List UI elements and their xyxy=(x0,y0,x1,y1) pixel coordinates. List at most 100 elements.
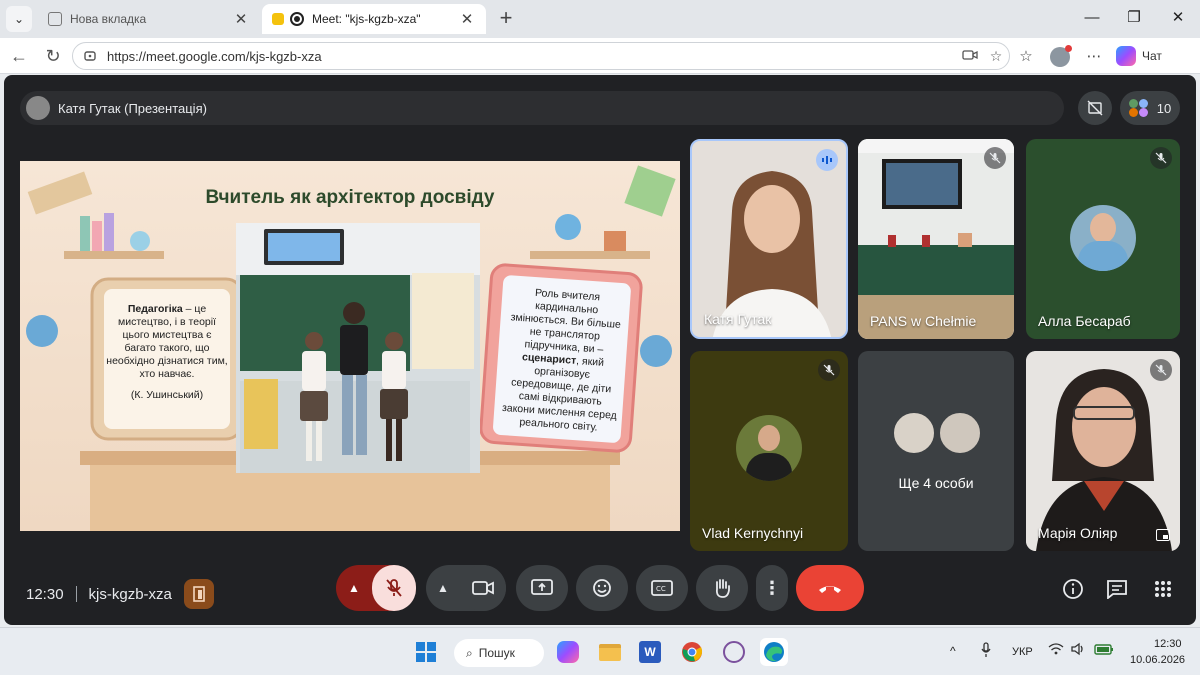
windows-start-icon[interactable] xyxy=(412,638,440,666)
participant-tile[interactable]: PANS w Chełmie xyxy=(858,139,1014,339)
minimize-icon[interactable]: — xyxy=(1072,6,1112,30)
favorites-icon[interactable]: ☆ xyxy=(1014,46,1038,68)
edge-icon[interactable] xyxy=(760,638,788,666)
camera-in-use-icon[interactable] xyxy=(957,48,983,64)
back-icon[interactable]: ← xyxy=(6,44,32,68)
mic-off-icon xyxy=(1150,359,1172,381)
more-participants-tile[interactable]: Ще 4 особи xyxy=(858,351,1014,551)
mic-off-icon xyxy=(984,147,1006,169)
captions-button[interactable]: CC xyxy=(636,565,688,611)
meeting-info-button[interactable] xyxy=(1059,575,1087,603)
volume-icon[interactable] xyxy=(1070,642,1086,659)
info-icon xyxy=(1063,579,1083,599)
more-options-button[interactable]: ⋮ xyxy=(756,565,788,611)
participant-tile[interactable]: Катя Гутак xyxy=(690,139,848,339)
microphone-tray-icon[interactable] xyxy=(980,642,992,661)
meeting-details: 12:30 kjs-kgzb-xza xyxy=(26,579,214,609)
tab-title: Meet: "kjs-kgzb-xza" xyxy=(312,12,421,26)
mic-off-button[interactable] xyxy=(372,565,416,611)
close-tab-icon[interactable]: ✕ xyxy=(232,10,250,28)
participant-avatar xyxy=(938,411,982,455)
chat-button[interactable] xyxy=(1103,575,1131,603)
presenter-avatar xyxy=(26,96,50,120)
end-call-icon xyxy=(819,586,841,593)
camera-options-chevron-icon[interactable]: ▲ xyxy=(426,581,460,595)
new-tab-page-icon xyxy=(48,12,62,26)
more-menu-icon[interactable]: ⋯ xyxy=(1082,46,1106,68)
pip-icon[interactable] xyxy=(1156,529,1170,541)
more-participants-label: Ще 4 особи xyxy=(898,475,974,491)
search-label: Пошук xyxy=(478,646,515,660)
participant-avatar xyxy=(892,411,936,455)
viber-icon[interactable] xyxy=(720,638,748,666)
participant-video xyxy=(858,139,1014,339)
wifi-icon[interactable] xyxy=(1048,642,1064,659)
camera-button[interactable] xyxy=(460,565,506,611)
new-tab-button[interactable]: + xyxy=(494,7,518,31)
recording-dot-icon xyxy=(290,12,304,26)
divider xyxy=(75,586,77,602)
clock-date[interactable]: 10.06.2026 xyxy=(1130,654,1185,666)
svg-text:CC: CC xyxy=(656,585,666,593)
mic-off-icon xyxy=(818,359,840,381)
close-tab-icon[interactable]: ✕ xyxy=(458,10,476,28)
participant-avatar xyxy=(1070,205,1136,271)
participant-name: Марія Оліяр xyxy=(1038,525,1118,541)
address-bar[interactable]: https://meet.google.com/kjs-kgzb-xza ☆ xyxy=(72,42,1010,70)
present-screen-button[interactable] xyxy=(516,565,568,611)
slide-title: Вчитель як архітектор досвіду xyxy=(205,187,495,208)
tray-overflow-icon[interactable]: ^ xyxy=(950,644,956,658)
copilot-app-icon[interactable] xyxy=(554,638,582,666)
restore-icon[interactable]: ❐ xyxy=(1114,6,1154,30)
battery-icon[interactable] xyxy=(1094,643,1114,658)
activities-button[interactable] xyxy=(1149,575,1177,603)
mic-control-group: ▲ xyxy=(336,565,416,611)
tab-meet[interactable]: Meet: "kjs-kgzb-xza" ✕ xyxy=(262,4,486,34)
participant-tile[interactable]: Марія Оліяр xyxy=(1026,351,1180,551)
leave-call-button[interactable] xyxy=(796,565,864,611)
taskbar-search[interactable]: ⌕ Пошук xyxy=(454,639,544,667)
mic-options-chevron-icon[interactable]: ▲ xyxy=(336,581,372,595)
profile-avatar[interactable] xyxy=(1050,45,1072,67)
participants-avatars-icon xyxy=(1128,99,1149,117)
search-icon: ⌕ xyxy=(466,645,473,660)
tab-new-tab[interactable]: Нова вкладка ✕ xyxy=(38,4,260,34)
participant-name: PANS w Chełmie xyxy=(870,313,977,329)
participant-tile[interactable]: Vlad Kernychnyi xyxy=(690,351,848,551)
raise-hand-button[interactable] xyxy=(696,565,748,611)
present-screen-icon xyxy=(531,579,553,595)
meeting-code: kjs-kgzb-xza xyxy=(88,585,172,603)
quote-author: (К. Ушинський) xyxy=(130,389,204,401)
url-text[interactable]: https://meet.google.com/kjs-kgzb-xza xyxy=(107,49,957,64)
input-language[interactable]: УКР xyxy=(1012,646,1033,658)
tab-list-chevron-icon[interactable]: ⌄ xyxy=(6,6,32,32)
copilot-chat-button[interactable]: Чат xyxy=(1116,46,1162,66)
reload-icon[interactable]: ↻ xyxy=(40,44,66,68)
reactions-button[interactable] xyxy=(576,565,628,611)
meet-favicon-icon xyxy=(272,13,284,25)
emoji-icon xyxy=(593,579,611,597)
copilot-icon xyxy=(1116,46,1136,66)
speaking-indicator-icon xyxy=(816,149,838,171)
participant-name: Vlad Kernychnyi xyxy=(702,525,804,541)
participant-video xyxy=(1026,351,1180,551)
address-toolbar: ← ↻ https://meet.google.com/kjs-kgzb-xza… xyxy=(0,38,1200,74)
file-explorer-icon[interactable] xyxy=(596,638,624,666)
chrome-icon[interactable] xyxy=(678,638,706,666)
meeting-time: 12:30 xyxy=(26,585,64,603)
apps-grid-icon xyxy=(1155,581,1171,597)
participant-name: Катя Гутак xyxy=(704,311,772,327)
participant-tile[interactable]: Алла Бесараб xyxy=(1026,139,1180,339)
clock-time[interactable]: 12:30 xyxy=(1154,638,1182,650)
close-window-icon[interactable]: ✕ xyxy=(1158,6,1198,30)
participants-button[interactable]: 10 xyxy=(1120,91,1180,125)
mic-off-icon xyxy=(1150,147,1172,169)
slide-quote-card: Педагогіка – це мистецтво, і в теорії ць… xyxy=(106,303,228,402)
activities-door-icon[interactable] xyxy=(183,579,214,609)
participant-name: Алла Бесараб xyxy=(1038,313,1131,329)
word-icon[interactable]: W xyxy=(636,638,664,666)
role-text-2: , який організовує середовище, де діти с… xyxy=(501,354,618,434)
hide-self-view-icon[interactable] xyxy=(1078,91,1112,125)
favorite-star-icon[interactable]: ☆ xyxy=(983,48,1009,65)
site-info-icon[interactable] xyxy=(83,48,99,64)
